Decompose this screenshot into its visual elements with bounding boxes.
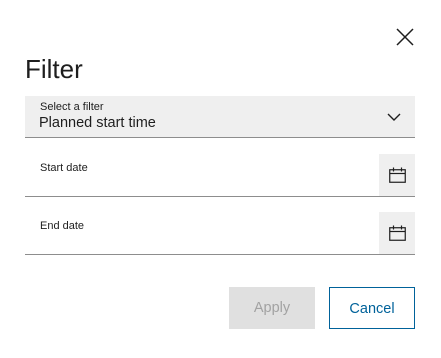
chevron-down-icon — [387, 113, 401, 121]
apply-button[interactable]: Apply — [229, 287, 315, 329]
end-date-input[interactable] — [25, 197, 378, 254]
filter-select-label: Select a filter — [40, 101, 104, 113]
close-button[interactable] — [394, 26, 416, 48]
calendar-icon — [389, 167, 406, 183]
filter-select-value: Planned start time — [39, 115, 156, 131]
start-date-calendar-button[interactable] — [379, 154, 415, 196]
end-date-field: End date — [25, 197, 415, 255]
end-date-calendar-button[interactable] — [379, 212, 415, 254]
close-icon — [396, 28, 414, 46]
cancel-button[interactable]: Cancel — [329, 287, 415, 329]
start-date-input[interactable] — [25, 139, 378, 196]
start-date-field: Start date — [25, 139, 415, 197]
calendar-icon — [389, 225, 406, 241]
filter-select[interactable]: Select a filter Planned start time — [25, 96, 415, 138]
filter-dialog: Filter Select a filter Planned start tim… — [0, 0, 441, 358]
dialog-title: Filter — [25, 54, 83, 84]
